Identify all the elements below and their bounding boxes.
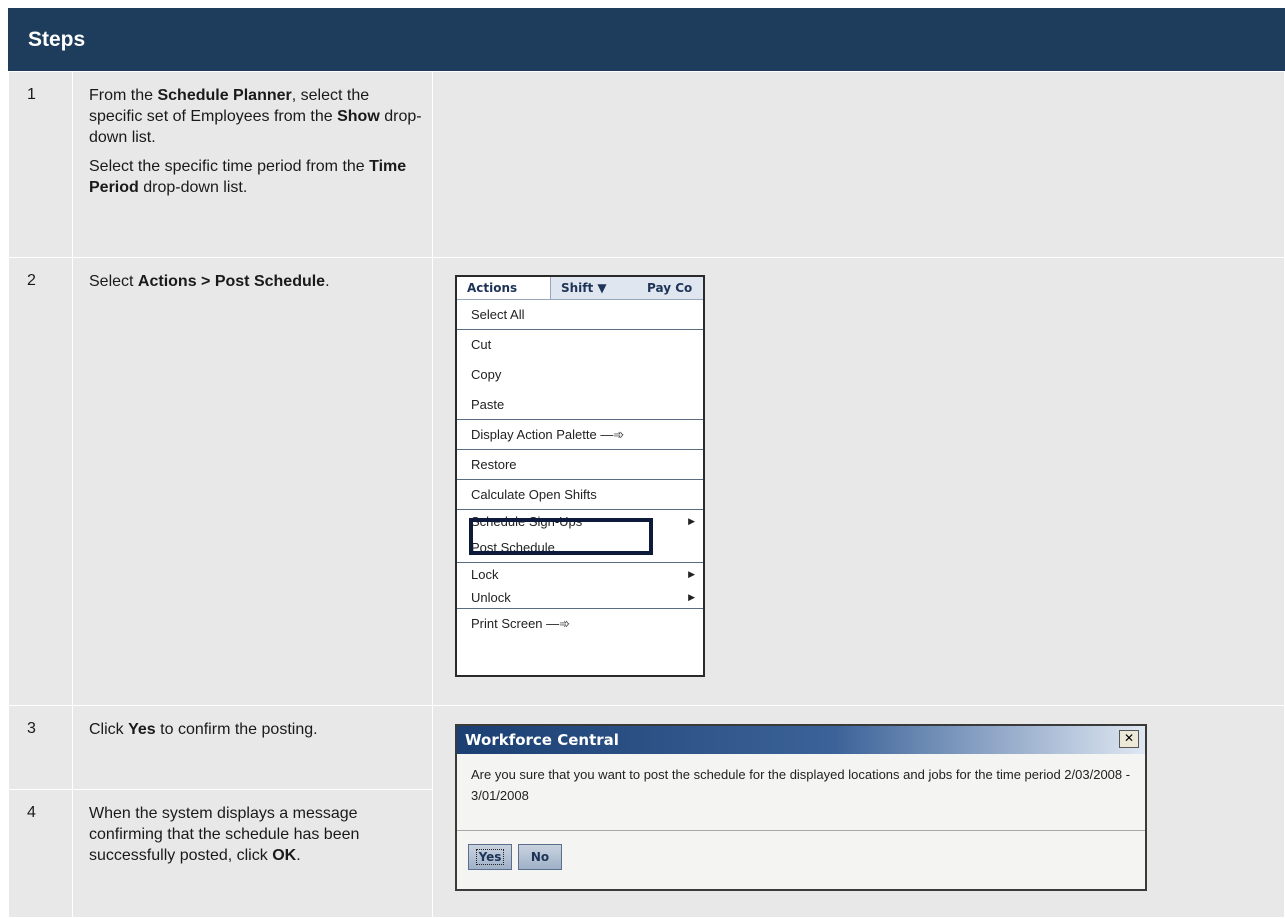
menu-item-label: Display Action Palette —➾	[471, 427, 625, 442]
menu-item-display-action-palette[interactable]: Display Action Palette —➾	[457, 420, 703, 450]
step-text-run: Click	[89, 721, 129, 738]
step-bold-term: Show	[337, 108, 380, 125]
yes-button-label: Yes	[475, 849, 505, 865]
step-text-run: to confirm the posting.	[155, 721, 318, 738]
menu-pay-codes-tab[interactable]: Pay Co	[647, 277, 701, 299]
close-icon[interactable]: ✕	[1119, 730, 1139, 748]
menu-item-label: Restore	[471, 457, 517, 472]
menu-shift-tab[interactable]: Shift ▼	[561, 277, 607, 299]
menu-item-select-all[interactable]: Select All	[457, 300, 703, 330]
step-text-run: Select the specific time period from the	[89, 158, 370, 175]
step-row-1: 1 From the Schedule Planner, select the …	[8, 71, 1285, 258]
yes-button[interactable]: Yes	[468, 844, 512, 870]
step-text-run: Select	[89, 273, 138, 290]
step-bold-term: OK	[272, 847, 297, 864]
step-paragraph: Select Actions > Post Schedule.	[89, 271, 424, 292]
submenu-arrow-icon: ▶	[688, 592, 695, 602]
dialog-footer: Yes No	[457, 830, 1145, 890]
menu-items: Select All Cut Copy Paste Display Action Pal…	[457, 300, 703, 639]
menu-item-copy[interactable]: Copy	[457, 360, 703, 390]
menu-item-calculate-open-shifts[interactable]: Calculate Open Shifts	[457, 480, 703, 510]
step-paragraph: Select the specific time period from the…	[89, 156, 424, 198]
step-paragraph: When the system displays a message confi…	[89, 803, 424, 866]
step-number: 2	[8, 257, 73, 706]
menu-item-label: Calculate Open Shifts	[471, 487, 597, 502]
step-row-3: 3 Click Yes to confirm the posting. Work…	[8, 705, 1285, 918]
menu-item-unlock[interactable]: Unlock ▶	[457, 586, 703, 609]
step-image-empty	[432, 71, 1285, 258]
menu-actions-tab[interactable]: Actions	[457, 277, 551, 299]
no-button[interactable]: No	[518, 844, 562, 870]
step-bold-term: Schedule Planner	[157, 87, 292, 104]
step-text-run: .	[296, 847, 301, 864]
menu-bar: Actions Shift ▼ Pay Co	[457, 277, 703, 300]
submenu-arrow-icon: ▶	[688, 516, 695, 526]
menu-item-label: Unlock	[471, 590, 511, 605]
step-image-actions-menu: Actions Shift ▼ Pay Co Select All Cut Copy…	[432, 257, 1285, 706]
menu-item-label: Schedule Sign-Ups	[471, 514, 583, 529]
step-row-2: 2 Select Actions > Post Schedule. Action…	[8, 257, 1285, 706]
dialog-message: Are you sure that you want to post the s…	[471, 767, 1131, 803]
step-paragraph: Click Yes to confirm the posting.	[89, 719, 424, 740]
actions-menu: Actions Shift ▼ Pay Co Select All Cut Copy…	[455, 275, 705, 677]
dialog-title-bar: Workforce Central ✕	[457, 726, 1145, 754]
steps-table: 1 From the Schedule Planner, select the …	[8, 71, 1285, 918]
menu-item-label: Copy	[471, 367, 502, 382]
step-number: 3	[8, 705, 73, 790]
step-text-run: When the system displays a message confi…	[89, 805, 360, 864]
step-number: 1	[8, 71, 73, 258]
steps-header: Steps	[8, 8, 1285, 71]
menu-item-print-screen[interactable]: Print Screen —➾	[457, 609, 703, 639]
step-paragraph: From the Schedule Planner, select the sp…	[89, 85, 424, 148]
step-bold-term: Yes	[128, 721, 156, 738]
menu-item-paste[interactable]: Paste	[457, 390, 703, 420]
confirm-dialog: Workforce Central ✕ Are you sure that yo…	[455, 724, 1147, 891]
step-text-run: From the	[89, 87, 158, 104]
menu-item-restore[interactable]: Restore	[457, 450, 703, 480]
menu-item-post-schedule[interactable]: Post Schedule	[457, 533, 703, 563]
step-bold-term: Actions > Post Schedule	[137, 273, 326, 290]
menu-item-label: Paste	[471, 397, 505, 412]
submenu-arrow-icon: ▶	[688, 569, 695, 579]
step-text: From the Schedule Planner, select the sp…	[72, 71, 433, 258]
menu-item-label: Cut	[471, 337, 492, 352]
dialog-title: Workforce Central	[465, 731, 619, 749]
menu-item-label: Lock	[471, 567, 499, 582]
step-text: Click Yes to confirm the posting.	[72, 705, 433, 790]
menu-item-label: Print Screen —➾	[471, 616, 571, 631]
steps-document: Steps 1 From the Schedule Planner, selec…	[8, 8, 1285, 918]
step-text-run: .	[325, 273, 330, 290]
step-text-run: drop-down list.	[138, 179, 248, 196]
menu-item-cut[interactable]: Cut	[457, 330, 703, 360]
step-image-dialog: Workforce Central ✕ Are you sure that yo…	[432, 705, 1285, 918]
step-number: 4	[8, 789, 73, 918]
menu-item-lock[interactable]: Lock ▶	[457, 563, 703, 586]
step-text: Select Actions > Post Schedule.	[72, 257, 433, 706]
menu-item-label: Select All	[471, 307, 525, 322]
step-text: When the system displays a message confi…	[72, 789, 433, 918]
menu-item-label: Post Schedule	[471, 540, 555, 555]
menu-item-schedule-sign-ups[interactable]: Schedule Sign-Ups ▶	[457, 510, 703, 533]
